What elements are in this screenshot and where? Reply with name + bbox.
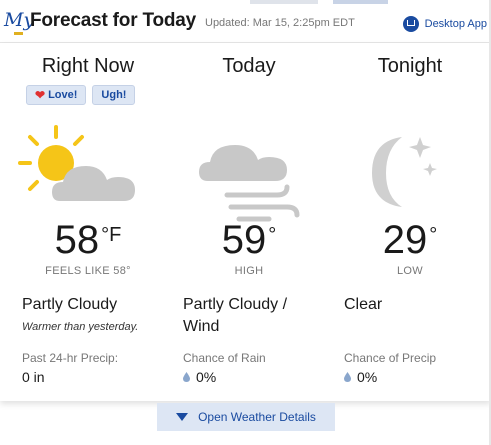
high-temperature: 59 ° [169, 218, 329, 263]
condition-text: Partly Cloudy / Wind [183, 296, 288, 335]
precip-value: 0% [183, 369, 216, 385]
forecast-card: Right Now ❤ Love! Ugh! 58 °F FEELS LIKE … [0, 43, 491, 401]
current-temperature: 58 °F [8, 218, 168, 263]
updated-timestamp: Updated: Mar 15, 2:25pm EDT [205, 17, 355, 29]
raindrop-icon [183, 372, 190, 382]
condition-text: Clear [344, 296, 383, 313]
precip-amount: 0 in [22, 369, 45, 385]
desktop-app-link[interactable]: Desktop App [402, 16, 487, 32]
column-tonight: Tonight 29 ° LOW Clear Chance of Precip 0… [330, 43, 490, 401]
heart-icon: ❤ [35, 88, 46, 102]
column-heading: Tonight [377, 55, 443, 77]
forecast-header: My Forecast for Today Updated: Mar 15, 2… [0, 4, 491, 43]
feels-like: FEELS LIKE 58° [45, 265, 131, 277]
temp-value: 29 [382, 218, 428, 262]
low-temperature: 29 ° [330, 218, 490, 263]
condition-text: Partly Cloudy [22, 296, 118, 313]
temp-unit: ° [429, 224, 438, 246]
precip-label: Past 24-hr Precip: [22, 351, 119, 365]
low-label: LOW [397, 265, 423, 277]
temp-unit: °F [101, 224, 122, 246]
precip-amount: 0% [357, 369, 378, 385]
ugh-label: Ugh! [101, 89, 127, 101]
high-label: HIGH [234, 265, 264, 277]
ugh-button[interactable]: Ugh! [92, 85, 136, 105]
love-label: Love! [48, 89, 78, 101]
precip-amount: 0% [196, 369, 217, 385]
love-button[interactable]: ❤ Love! [26, 85, 87, 105]
precip-label: Chance of Rain [183, 351, 266, 365]
logo-accent [14, 32, 23, 35]
raindrop-icon [344, 372, 351, 382]
page-title: Forecast for Today [30, 10, 197, 31]
desktop-app-icon [402, 16, 419, 32]
desktop-app-label: Desktop App [424, 18, 487, 30]
column-heading: Today [222, 55, 276, 77]
column-heading: Right Now [41, 55, 135, 77]
precip-value: 0 in [22, 369, 45, 385]
open-weather-details-button[interactable]: Open Weather Details [157, 403, 335, 431]
column-right-now: Right Now ❤ Love! Ugh! 58 °F FEELS LIKE … [8, 43, 168, 401]
temp-unit: ° [268, 224, 277, 246]
comparison-note: Warmer than yesterday. [22, 321, 139, 333]
rating-buttons: ❤ Love! Ugh! [26, 85, 136, 105]
precip-label: Chance of Precip [344, 351, 437, 365]
precip-value: 0% [344, 369, 377, 385]
column-today: Today 59 ° HIGH Partly Cloudy / Wind Chan… [169, 43, 329, 401]
details-label: Open Weather Details [198, 410, 316, 424]
temp-value: 58 [54, 218, 100, 262]
temp-value: 59 [221, 218, 267, 262]
chevron-down-icon [176, 413, 189, 421]
